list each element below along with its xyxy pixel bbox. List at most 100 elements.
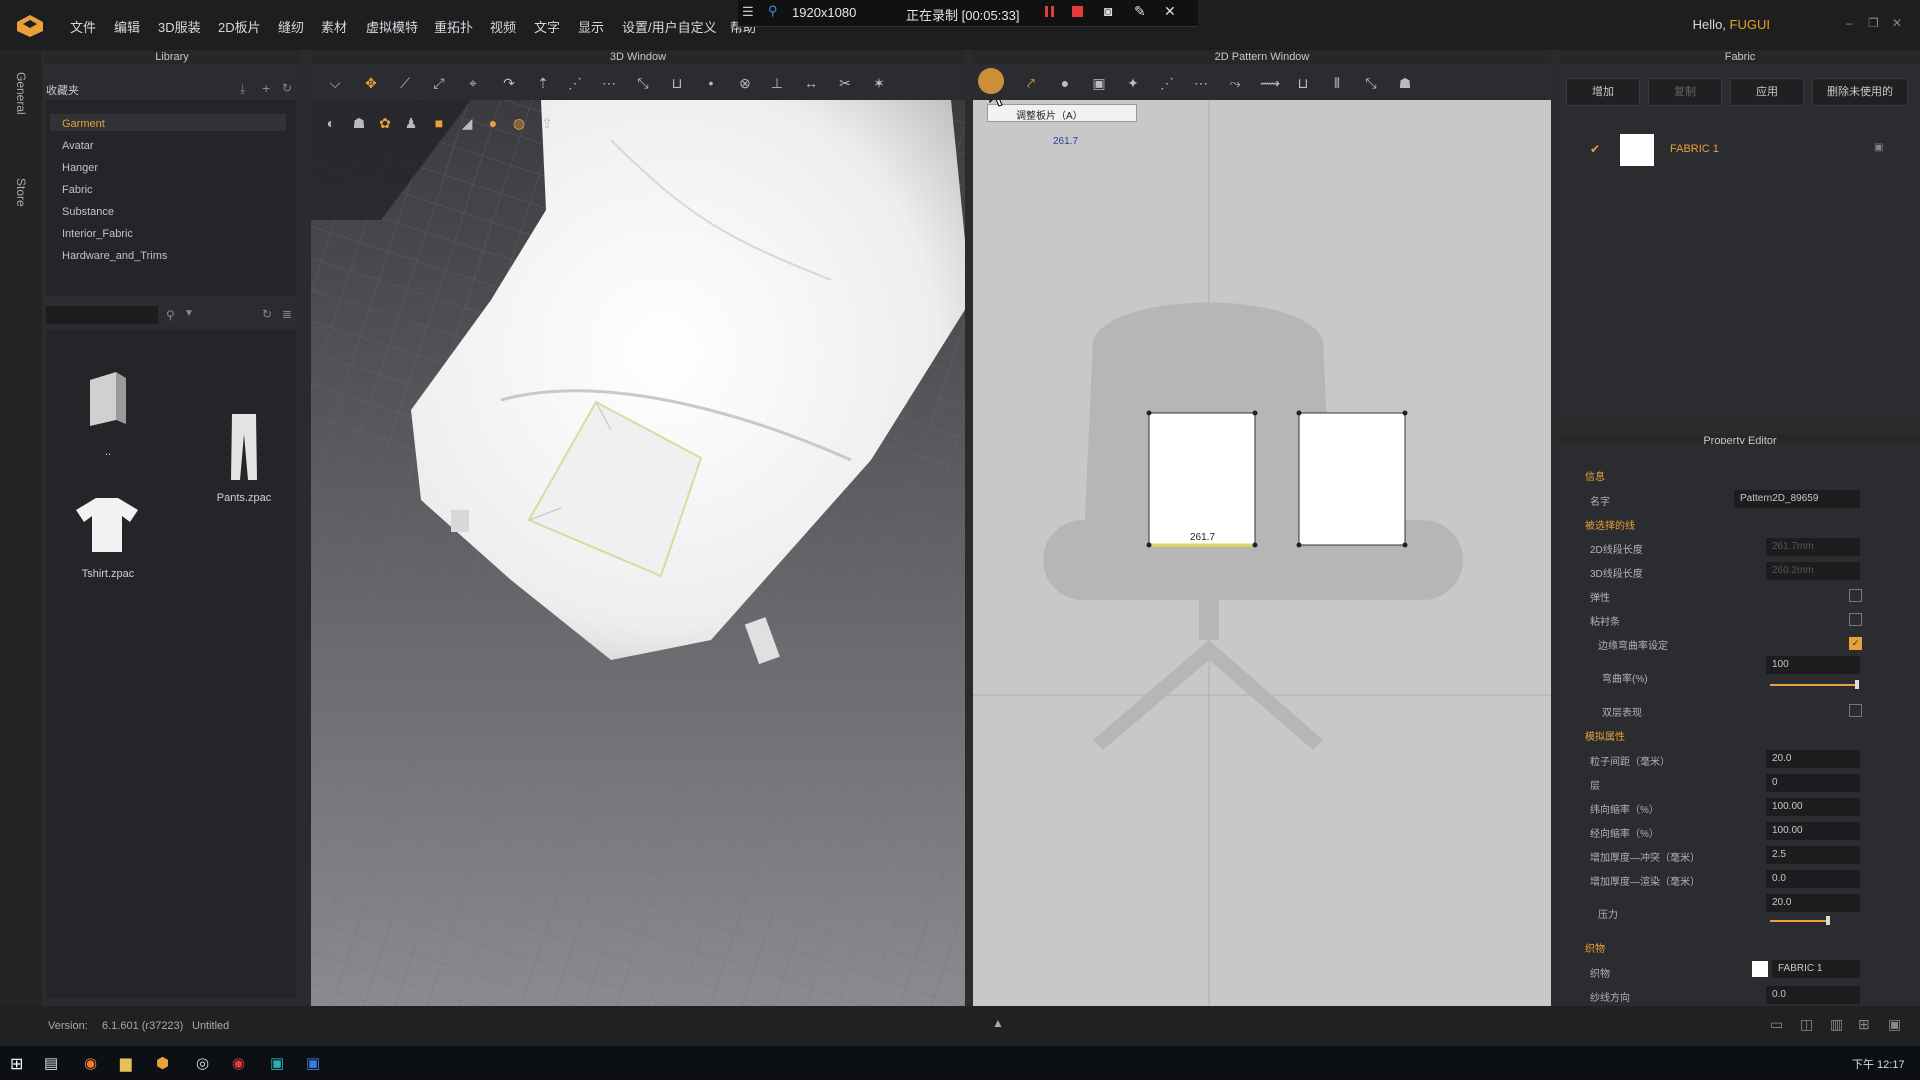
start-icon[interactable]: ⊞ — [10, 1054, 23, 1074]
user-name[interactable]: FUGUI — [1730, 17, 1770, 32]
section-simulation[interactable]: 模拟属性 — [1585, 728, 1625, 743]
layer-field[interactable]: 0 — [1766, 774, 1860, 792]
menu-video[interactable]: 视频 — [490, 17, 516, 36]
point-tool-icon[interactable]: • — [702, 74, 720, 92]
fabric-select[interactable]: FABRIC 1 — [1772, 960, 1860, 978]
garment-icon[interactable]: ☗ — [1396, 74, 1414, 92]
section-fabric[interactable]: 织物 — [1585, 940, 1605, 955]
pattern-piece-1[interactable] — [1148, 412, 1256, 546]
thick-collision-field[interactable]: 2.5 — [1766, 846, 1860, 864]
curvature-slider-handle[interactable] — [1855, 680, 1859, 689]
browser-icon[interactable]: ◉ — [84, 1054, 97, 1072]
app-icon-3[interactable]: ▣ — [306, 1054, 320, 1072]
grain-field[interactable]: 0.0 — [1766, 986, 1860, 1004]
app-icon-1[interactable]: ◎ — [196, 1054, 209, 1072]
view-person-icon[interactable]: ● — [484, 114, 502, 132]
delete-unused-button[interactable]: 删除未使用的 — [1812, 78, 1908, 106]
folder-hardware-trims[interactable]: Hardware_and_Trims — [62, 250, 167, 262]
rectangle-tool-icon[interactable]: ▣ — [1090, 74, 1108, 92]
curvature-slider[interactable] — [1770, 684, 1858, 686]
menu-text[interactable]: 文字 — [534, 17, 560, 36]
particle-field[interactable]: 20.0 — [1766, 750, 1860, 768]
folder-substance[interactable]: Substance — [62, 206, 114, 218]
section-selected-line[interactable]: 被选择的线 — [1585, 517, 1635, 532]
chevron-down-icon[interactable]: ▼ — [184, 308, 194, 319]
pin-tool-icon[interactable]: ↷ — [500, 74, 518, 92]
library-search-input[interactable] — [46, 306, 158, 324]
folder-garment[interactable]: Garment — [62, 118, 105, 130]
folder-hanger[interactable]: Hanger — [62, 162, 98, 174]
internal-line-icon[interactable]: ⋯ — [1192, 74, 1210, 92]
line-tool-icon[interactable]: ⤢ — [430, 74, 448, 92]
view-avatar-icon[interactable]: ◐ — [322, 114, 340, 132]
menu-3d-garment[interactable]: 3D服装 — [158, 17, 201, 36]
pause-icon[interactable] — [1045, 4, 1055, 18]
tab-store[interactable]: Store — [14, 178, 28, 207]
layout-triple-icon[interactable]: ▥ — [1830, 1016, 1843, 1033]
menu-sewing[interactable]: 缝纫 — [278, 17, 304, 36]
warp-field[interactable]: 100.00 — [1766, 798, 1860, 816]
folder-avatar[interactable]: Avatar — [62, 140, 94, 152]
curvature-pct-field[interactable]: 100 — [1766, 656, 1860, 674]
view-texture-icon[interactable]: ✿ — [376, 114, 394, 132]
apply-fabric-button[interactable]: 应用 — [1730, 78, 1804, 106]
camera-icon[interactable]: ◙ — [1104, 3, 1112, 19]
add-fabric-button[interactable]: 增加 — [1566, 78, 1640, 106]
menu-lines-icon[interactable]: ☰ — [742, 4, 754, 20]
clo-app-icon[interactable]: ⬢ — [156, 1054, 169, 1072]
copy-fabric-button[interactable]: 复制 — [1648, 78, 1722, 106]
pen-icon[interactable]: ✎ — [1134, 3, 1146, 20]
adjust-pattern-tool-icon[interactable] — [978, 68, 1004, 94]
folder-icon[interactable]: ▆ — [120, 1054, 132, 1072]
menu-edit[interactable]: 编辑 — [114, 17, 140, 36]
seam-tool-icon[interactable]: ⤡ — [634, 74, 652, 92]
folder-interior-fabric[interactable]: Interior_Fabric — [62, 228, 133, 240]
thick-render-field[interactable]: 0.0 — [1766, 870, 1860, 888]
back-folder-icon[interactable] — [86, 370, 130, 430]
search-icon[interactable]: ⚲ — [166, 308, 175, 322]
tape-tool-icon[interactable]: ⋰ — [566, 74, 584, 92]
topstitch-tool-icon[interactable]: ⋯ — [600, 74, 618, 92]
view-garment-icon[interactable]: ☗ — [350, 114, 368, 132]
menu-file[interactable]: 文件 — [70, 17, 96, 36]
fabric-list-item[interactable]: ✔ FABRIC 1 ▣ — [1566, 126, 1908, 172]
view-fabric-icon[interactable]: ■ — [430, 114, 448, 132]
window3d-viewport[interactable] — [311, 100, 965, 1006]
pattern-piece-2[interactable] — [1298, 412, 1406, 546]
tshirt-icon[interactable] — [74, 496, 140, 554]
view-globe-icon[interactable]: ◍ — [510, 114, 528, 132]
view-body-icon[interactable]: ♟ — [402, 114, 420, 132]
zipper-tool-icon[interactable]: ⊗ — [736, 74, 754, 92]
elastic-checkbox[interactable] — [1849, 589, 1862, 602]
polygon-tool-icon[interactable]: ⋰ — [1158, 74, 1176, 92]
measure-tool-icon[interactable]: ↔ — [802, 74, 820, 92]
curvature-checkbox[interactable]: ✓ — [1849, 637, 1862, 650]
name-field[interactable]: Pattern2D_89659 — [1734, 490, 1860, 508]
pressure-field[interactable]: 20.0 — [1766, 894, 1860, 912]
recorder-icon[interactable]: ◉ — [232, 1054, 245, 1072]
button-tool-icon[interactable]: ⊔ — [668, 74, 686, 92]
close-icon[interactable]: ✕ — [1892, 16, 1902, 30]
menu-retopology[interactable]: 重拓扑 — [434, 17, 473, 36]
trace-tool-icon[interactable]: ⤳ — [1226, 74, 1244, 92]
add-icon[interactable]: + — [262, 80, 270, 96]
layout-split-icon[interactable]: ◫ — [1800, 1016, 1813, 1033]
menu-display[interactable]: 显示 — [578, 17, 604, 36]
segment-sew-icon[interactable]: ⟿ — [1260, 74, 1280, 92]
stop-icon[interactable] — [1072, 6, 1083, 17]
close-recording-icon[interactable]: ✕ — [1164, 3, 1176, 20]
view-export-icon[interactable]: ⇪ — [538, 114, 556, 132]
fabric-lock-icon[interactable]: ▣ — [1874, 142, 1883, 153]
anchor-tool-icon[interactable]: ⇡ — [534, 74, 552, 92]
menu-materials[interactable]: 素材 — [321, 17, 347, 36]
layout-single-icon[interactable]: ▭ — [1770, 1016, 1783, 1033]
circle-tool-icon[interactable]: ● — [1056, 74, 1074, 92]
fold-tool-icon[interactable]: ⟋ — [396, 74, 414, 92]
app-logo-icon[interactable] — [16, 14, 44, 38]
menu-avatar[interactable]: 虚拟模特 — [366, 17, 418, 36]
edit-pattern-icon[interactable]: ⤤ — [1022, 74, 1040, 92]
layout-quad-icon[interactable]: ⊞ — [1858, 1016, 1870, 1033]
refresh-files-icon[interactable]: ↻ — [262, 307, 272, 321]
ruler-tool-icon[interactable]: ⊥ — [768, 74, 786, 92]
cut-tool-icon[interactable]: ✂ — [836, 74, 854, 92]
